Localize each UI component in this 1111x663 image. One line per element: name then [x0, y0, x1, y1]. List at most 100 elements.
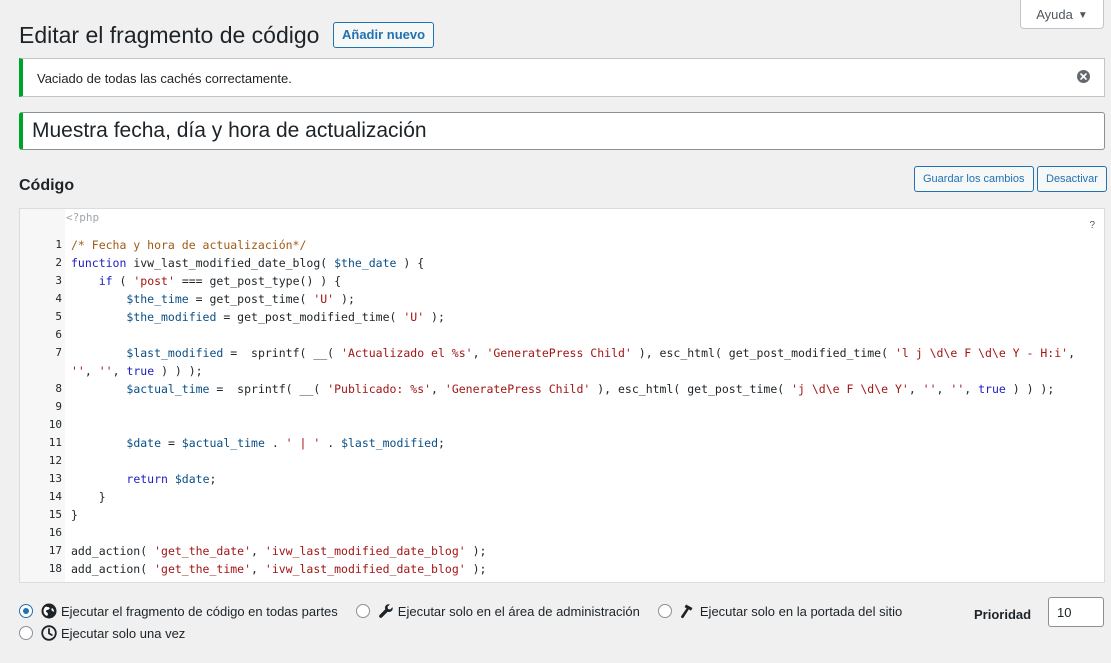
code-line: 17 add_action( 'get_the_date', 'ivw_last_…	[20, 542, 1104, 560]
code-line: 16	[20, 524, 1104, 542]
code-line: 13 return $date;	[20, 470, 1104, 488]
code-token: function	[71, 256, 134, 270]
code-token: 'U'	[313, 292, 335, 306]
code-line: 8 $actual_time = sprintf( __( 'Publicado…	[20, 380, 1104, 398]
code-line: 1 /* Fecha y hora de actualización*/	[20, 236, 1104, 254]
code-token: $date	[126, 436, 162, 450]
code-editor[interactable]: <?php ? 1 /* Fecha y hora de actualizació…	[19, 208, 1105, 583]
code-token: );	[334, 292, 355, 306]
scope-radio-everywhere[interactable]	[19, 604, 33, 618]
add-new-button[interactable]: Añadir nuevo	[333, 22, 435, 48]
code-line: 10	[20, 416, 1104, 434]
code-token: $actual_time	[126, 382, 210, 396]
priority-input[interactable]	[1048, 597, 1104, 627]
snippet-title-input[interactable]	[19, 112, 1105, 150]
code-token: =	[161, 436, 182, 450]
line-number: 16	[48, 526, 62, 539]
code-line: 11 $date = $actual_time . ' | ' . $last_…	[20, 434, 1104, 452]
code-text: function ivw_last_modified_date_blog( $t…	[71, 254, 1094, 272]
code-token: ,	[251, 562, 265, 576]
hammer-icon	[680, 604, 693, 619]
help-tab[interactable]: Ayuda ▼	[1020, 0, 1104, 29]
scope-options-row-1: Ejecutar el fragmento de código en todas…	[19, 601, 920, 621]
code-token: 'ivw_last_modified_date_blog'	[264, 562, 466, 576]
code-token: .	[264, 436, 286, 450]
code-text: $the_modified = get_post_modified_time( …	[71, 308, 1094, 326]
line-number: 3	[55, 274, 62, 287]
code-token: ,	[112, 364, 127, 378]
code-line: 14 }	[20, 488, 1104, 506]
scope-radio-frontend[interactable]	[657, 604, 672, 618]
code-token: $actual_time	[181, 436, 265, 450]
code-text: $actual_time = sprintf( __( 'Publicado: …	[71, 380, 1094, 398]
code-token: ,	[472, 346, 487, 360]
code-token: ''	[950, 382, 965, 396]
code-token: }	[71, 508, 78, 522]
editor-help-icon[interactable]: ?	[1089, 220, 1095, 231]
code-text: $date = $actual_time . ' | ' . $last_mod…	[71, 434, 1094, 452]
code-token: if	[98, 274, 113, 288]
code-token: 'GeneratePress Child'	[444, 382, 591, 396]
code-token: 'l j \d\e F \d\e Y - H:i'	[894, 346, 1069, 360]
code-token: );	[465, 562, 487, 576]
code-token: true	[978, 382, 1006, 396]
line-number: 5	[55, 310, 62, 323]
code-token: 'get_the_date'	[154, 544, 252, 558]
code-token: 'get_the_time'	[154, 562, 252, 576]
code-token: = get_post_time(	[188, 292, 314, 306]
line-number: 7	[55, 346, 62, 359]
code-token: = sprintf( __(	[209, 382, 328, 396]
scope-option-admin[interactable]: Ejecutar solo en el área de administraci…	[355, 603, 640, 619]
line-number: 15	[48, 508, 62, 521]
code-token: $the_date	[334, 256, 397, 270]
code-line: 2 function ivw_last_modified_date_blog( $…	[20, 254, 1104, 272]
code-token: ''	[98, 364, 113, 378]
scope-label-everywhere: Ejecutar el fragmento de código en todas…	[61, 603, 338, 619]
code-token: 'post'	[133, 274, 175, 288]
code-token: 'GeneratePress Child'	[486, 346, 632, 360]
code-token: ) {	[396, 256, 425, 270]
code-token: }	[71, 490, 106, 504]
code-token: $date	[174, 472, 210, 486]
code-lines: 1 /* Fecha y hora de actualización*/ 2 func…	[20, 236, 1104, 578]
code-text: $last_modified = sprintf( __( 'Actualiza…	[71, 344, 1094, 380]
code-token: );	[424, 310, 445, 324]
code-token: ), esc_html( get_post_time(	[590, 382, 792, 396]
dismiss-icon[interactable]	[1077, 70, 1090, 83]
code-token: ) ) );	[1005, 382, 1055, 396]
save-changes-button[interactable]: Guardar los cambios	[914, 166, 1034, 192]
line-number: 12	[48, 454, 62, 467]
php-open-tag: <?php	[66, 211, 100, 224]
code-token: ;	[209, 472, 217, 486]
line-number: 9	[55, 400, 62, 413]
scope-option-frontend[interactable]: Ejecutar solo en la portada del sitio	[657, 603, 902, 619]
scope-option-single-use[interactable]: Ejecutar solo una vez	[19, 625, 185, 641]
code-token: ,	[84, 364, 99, 378]
line-number: 6	[55, 328, 62, 341]
help-tab-label: Ayuda	[1036, 7, 1073, 22]
code-line: 3 if ( 'post' === get_post_type() ) {	[20, 272, 1104, 290]
code-token: 'Actualizado el %s'	[341, 346, 473, 360]
code-token: );	[465, 544, 487, 558]
code-text: $the_time = get_post_time( 'U' );	[71, 290, 1094, 308]
code-token: ;	[438, 436, 445, 450]
code-token: = get_post_modified_time(	[216, 310, 404, 324]
scope-radio-admin[interactable]	[355, 604, 370, 618]
line-number: 4	[55, 292, 62, 305]
code-line: 9	[20, 398, 1104, 416]
code-token: ''	[71, 364, 85, 378]
scope-option-everywhere[interactable]: Ejecutar el fragmento de código en todas…	[19, 603, 338, 619]
code-token: ivw_last_modified_date_blog(	[133, 256, 335, 270]
code-line: 12	[20, 452, 1104, 470]
clock-icon	[41, 625, 57, 641]
scope-radio-single-use[interactable]	[19, 626, 33, 640]
deactivate-button[interactable]: Desactivar	[1037, 166, 1107, 192]
success-notice: Vaciado de todas las cachés correctament…	[19, 58, 1105, 97]
wrench-icon	[378, 604, 393, 618]
priority-label: Prioridad	[974, 607, 1032, 622]
code-token: 'U'	[403, 310, 425, 324]
code-token: ,	[908, 382, 923, 396]
scope-options-row-2: Ejecutar solo una vez	[19, 623, 203, 643]
